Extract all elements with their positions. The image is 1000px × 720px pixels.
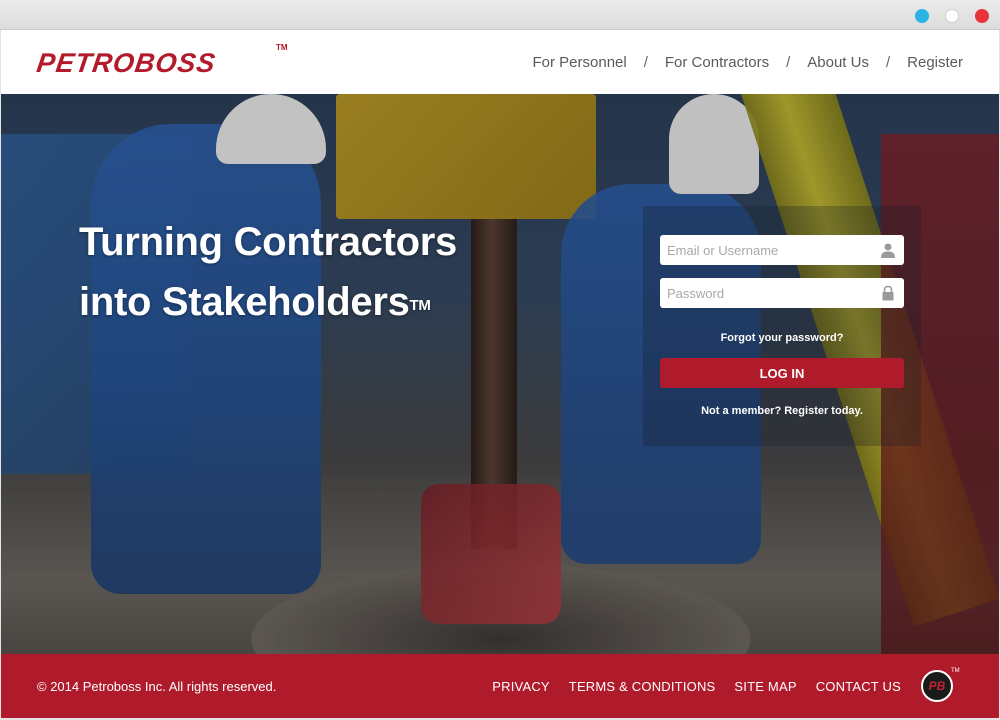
nav-separator: / [643, 54, 648, 71]
main-nav: For Personnel / For Contractors / About … [533, 54, 964, 71]
pb-badge-icon[interactable]: PB [921, 670, 953, 702]
username-field [660, 235, 904, 265]
window-maximize-dot[interactable] [945, 9, 959, 23]
nav-separator: / [885, 54, 891, 71]
headline-trademark: TM [409, 297, 431, 314]
site-frame: PETROBOSS TM For Personnel / For Contrac… [1, 30, 999, 718]
password-field [660, 278, 904, 308]
badge-trademark: TM [951, 668, 960, 674]
nav-for-personnel[interactable]: For Personnel [533, 54, 627, 71]
headline-line-2: into StakeholdersTM [79, 272, 457, 332]
nav-register[interactable]: Register [907, 54, 963, 71]
footer-contact-link[interactable]: CONTACT US [816, 679, 901, 694]
login-form: Forgot your password? LOG IN Not a membe… [643, 206, 921, 446]
nav-about-us[interactable]: About Us [807, 54, 869, 71]
password-input[interactable] [667, 279, 877, 307]
register-today-link[interactable]: Not a member? Register today. [643, 405, 921, 417]
headline-line-1: Turning Contractors [79, 220, 457, 264]
forgot-password-link[interactable]: Forgot your password? [643, 332, 921, 344]
logo-trademark: TM [276, 43, 288, 52]
nav-separator: / [786, 54, 791, 71]
copyright-text: © 2014 Petroboss Inc. All rights reserve… [37, 679, 277, 694]
footer-sitemap-link[interactable]: SITE MAP [734, 679, 796, 694]
username-input[interactable] [667, 236, 877, 264]
footer-terms-link[interactable]: TERMS & CONDITIONS [569, 679, 716, 694]
lock-icon [882, 285, 894, 301]
hero-headline: Turning Contractors into StakeholdersTM [79, 212, 457, 332]
user-icon [881, 243, 895, 258]
window-close-dot[interactable] [975, 9, 989, 23]
headline-line-2-text: into Stakeholders [79, 280, 410, 324]
hero-banner: Turning Contractors into StakeholdersTM … [1, 94, 999, 654]
site-header: PETROBOSS TM For Personnel / For Contrac… [1, 30, 999, 94]
footer-links: PRIVACY TERMS & CONDITIONS SITE MAP CONT… [473, 679, 901, 694]
petroboss-logo[interactable]: PETROBOSS [35, 48, 218, 79]
login-button[interactable]: LOG IN [660, 358, 904, 388]
window-minimize-dot[interactable] [915, 9, 929, 23]
site-footer: © 2014 Petroboss Inc. All rights reserve… [1, 654, 999, 718]
footer-privacy-link[interactable]: PRIVACY [492, 679, 550, 694]
nav-for-contractors[interactable]: For Contractors [665, 54, 769, 71]
browser-chrome [0, 0, 1000, 30]
